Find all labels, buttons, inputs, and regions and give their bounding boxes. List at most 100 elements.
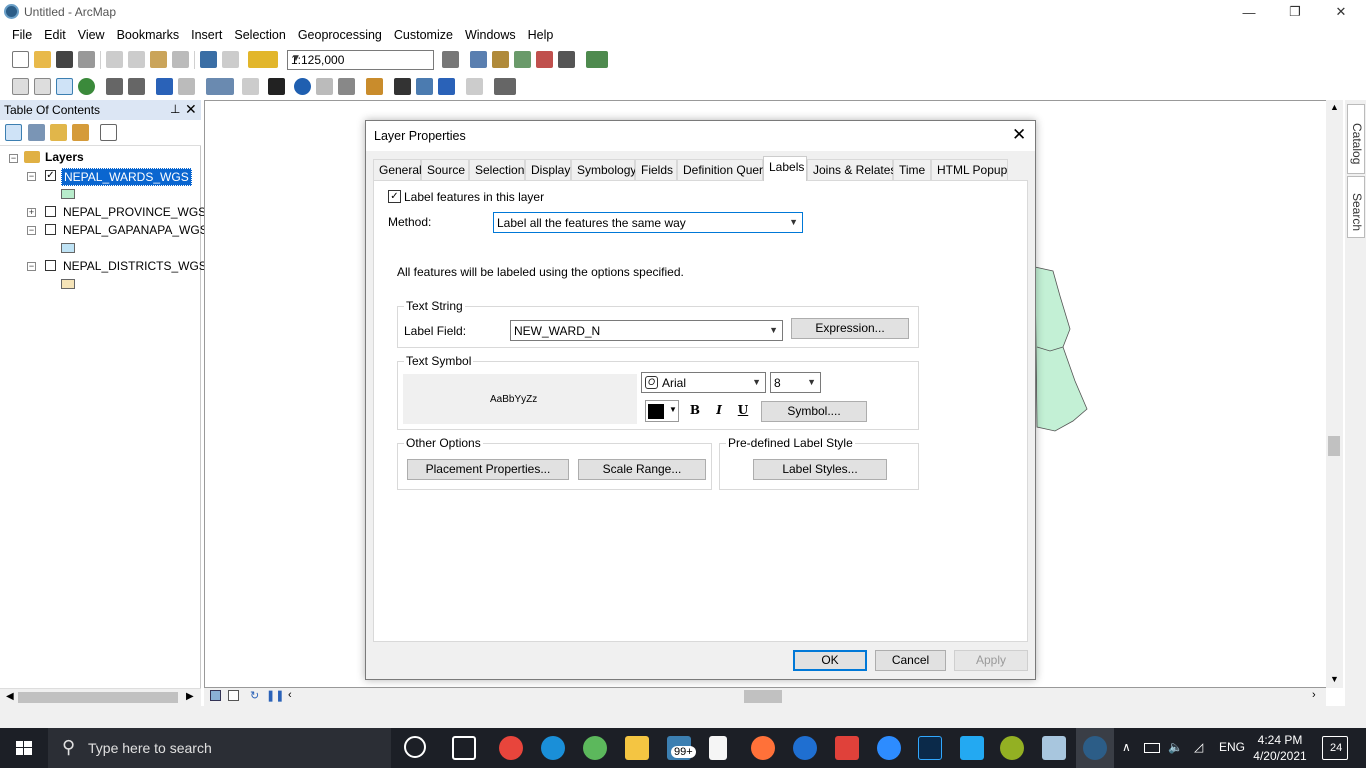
toc-horizontal-scrollbar[interactable]: ◀ ▶ [0, 688, 201, 706]
zoom-in-icon[interactable] [12, 78, 29, 95]
menu-geoprocessing[interactable]: Geoprocessing [292, 28, 388, 42]
close-button[interactable]: ✕ [1318, 0, 1364, 24]
tab-fields[interactable]: Fields [635, 159, 677, 180]
scrollbar-thumb[interactable] [744, 690, 782, 703]
go-to-xy-icon[interactable] [438, 78, 455, 95]
document-icon[interactable] [709, 736, 727, 760]
save-icon[interactable] [56, 51, 73, 68]
tab-labels[interactable]: Labels [763, 156, 807, 181]
font-size-dropdown[interactable]: 8 ▼ [770, 372, 821, 393]
scroll-down-icon[interactable]: ▼ [1330, 674, 1339, 684]
toc-layer-row[interactable]: − NEPAL_GAPANAPA_WGS [0, 222, 208, 240]
clear-selection-icon[interactable] [242, 78, 259, 95]
scroll-right-icon[interactable]: › [1312, 689, 1316, 701]
start-button[interactable] [0, 728, 48, 768]
battery-icon[interactable] [1144, 743, 1160, 753]
layer-symbol-swatch[interactable] [61, 279, 75, 289]
color-picker[interactable]: ▼ [645, 400, 679, 422]
toc-layer-row[interactable]: − ✓ NEPAL_WARDS_WGS [0, 168, 200, 186]
tab-display[interactable]: Display [525, 159, 571, 180]
cortana-icon[interactable] [404, 736, 426, 758]
print-icon[interactable] [78, 51, 95, 68]
italic-button[interactable]: I [709, 400, 729, 420]
scroll-left-icon[interactable]: ‹ [288, 689, 292, 701]
new-document-icon[interactable] [12, 51, 29, 68]
menu-help[interactable]: Help [522, 28, 560, 42]
paste-icon[interactable] [150, 51, 167, 68]
collapse-icon[interactable]: − [27, 262, 36, 271]
toc-close-icon[interactable]: ✕ [185, 101, 197, 118]
fixed-zoom-in-icon[interactable] [106, 78, 123, 95]
label-features-checkbox[interactable]: ✓ [388, 190, 401, 203]
menu-customize[interactable]: Customize [388, 28, 459, 42]
data-view-icon[interactable] [210, 690, 221, 701]
edge-icon[interactable] [541, 736, 565, 760]
symbol-button[interactable]: Symbol.... [761, 401, 867, 422]
scroll-up-icon[interactable]: ▲ [1330, 102, 1339, 112]
search-window-icon[interactable] [514, 51, 531, 68]
zoom-out-icon[interactable] [34, 78, 51, 95]
delete-icon[interactable] [172, 51, 189, 68]
font-dropdown[interactable]: O Arial ▼ [641, 372, 766, 393]
tab-general[interactable]: General [373, 159, 422, 180]
menu-edit[interactable]: Edit [38, 28, 72, 42]
forward-arrow-icon[interactable] [178, 78, 195, 95]
layout-view-icon[interactable] [228, 690, 239, 701]
python-window-icon[interactable] [558, 51, 575, 68]
cancel-button[interactable]: Cancel [875, 650, 946, 671]
list-by-visibility-icon[interactable] [50, 124, 67, 141]
zoom-icon[interactable] [877, 736, 901, 760]
find-binoculars-icon[interactable] [394, 78, 411, 95]
volume-icon[interactable]: 🔈 [1168, 740, 1183, 754]
measure-icon[interactable] [366, 78, 383, 95]
tab-source[interactable]: Source [421, 159, 469, 180]
action-center-icon[interactable]: 24 [1322, 736, 1348, 760]
list-by-drawing-order-icon[interactable] [5, 124, 22, 141]
editor-toolbar-icon[interactable] [442, 51, 459, 68]
arccatalog-icon[interactable] [1042, 736, 1066, 760]
menu-view[interactable]: View [72, 28, 111, 42]
open-folder-icon[interactable] [34, 51, 51, 68]
arctoolbox-icon[interactable] [536, 51, 553, 68]
fixed-zoom-out-icon[interactable] [128, 78, 145, 95]
file-explorer-icon[interactable] [625, 736, 649, 760]
taskbar-search-box[interactable]: ⚲ Type here to search [48, 728, 391, 768]
toc-layer-row[interactable]: − NEPAL_DISTRICTS_WGS [0, 258, 207, 276]
anydesk-icon[interactable] [835, 736, 859, 760]
layer-visibility-checkbox[interactable] [45, 260, 56, 271]
list-by-source-icon[interactable] [28, 124, 45, 141]
dialog-close-icon[interactable]: ✕ [1012, 125, 1026, 145]
select-features-icon[interactable] [206, 78, 234, 95]
toc-root-row[interactable]: − Layers [0, 150, 200, 168]
language-indicator[interactable]: ENG [1219, 740, 1245, 754]
create-viewer-window-icon[interactable] [494, 78, 516, 95]
minimize-button[interactable]: — [1226, 0, 1272, 24]
arcmap-taskbar-button[interactable] [1076, 728, 1114, 768]
scroll-right-icon[interactable]: ▶ [186, 691, 194, 702]
menu-windows[interactable]: Windows [459, 28, 522, 42]
find-route-icon[interactable] [416, 78, 433, 95]
menu-file[interactable]: File [6, 28, 38, 42]
layer-name[interactable]: NEPAL_WARDS_WGS [61, 168, 192, 186]
toc-layer-row[interactable]: + NEPAL_PROVINCE_WGS [0, 204, 206, 222]
layer-symbol-swatch[interactable] [61, 243, 75, 253]
copy-icon[interactable] [128, 51, 145, 68]
catalog-window-icon[interactable] [492, 51, 509, 68]
cut-icon[interactable] [106, 51, 123, 68]
map-vertical-scrollbar[interactable]: ▲ ▼ [1326, 100, 1343, 688]
tab-selection[interactable]: Selection [469, 159, 525, 180]
firefox-icon[interactable] [751, 736, 775, 760]
html-popup-icon[interactable] [338, 78, 355, 95]
ok-button[interactable]: OK [793, 650, 867, 671]
redo-icon[interactable] [222, 51, 239, 68]
layer-visibility-checkbox[interactable] [45, 224, 56, 235]
layer-visibility-checkbox[interactable] [45, 206, 56, 217]
layer-name[interactable]: NEPAL_PROVINCE_WGS [61, 204, 208, 220]
search-tab[interactable]: Search [1347, 176, 1365, 238]
placement-properties-button[interactable]: Placement Properties... [407, 459, 569, 480]
collapse-icon[interactable]: − [27, 226, 36, 235]
identify-icon[interactable] [294, 78, 311, 95]
label-field-dropdown[interactable]: NEW_WARD_N ▼ [510, 320, 783, 341]
restore-button[interactable]: ❐ [1272, 0, 1318, 24]
label-styles-button[interactable]: Label Styles... [753, 459, 887, 480]
